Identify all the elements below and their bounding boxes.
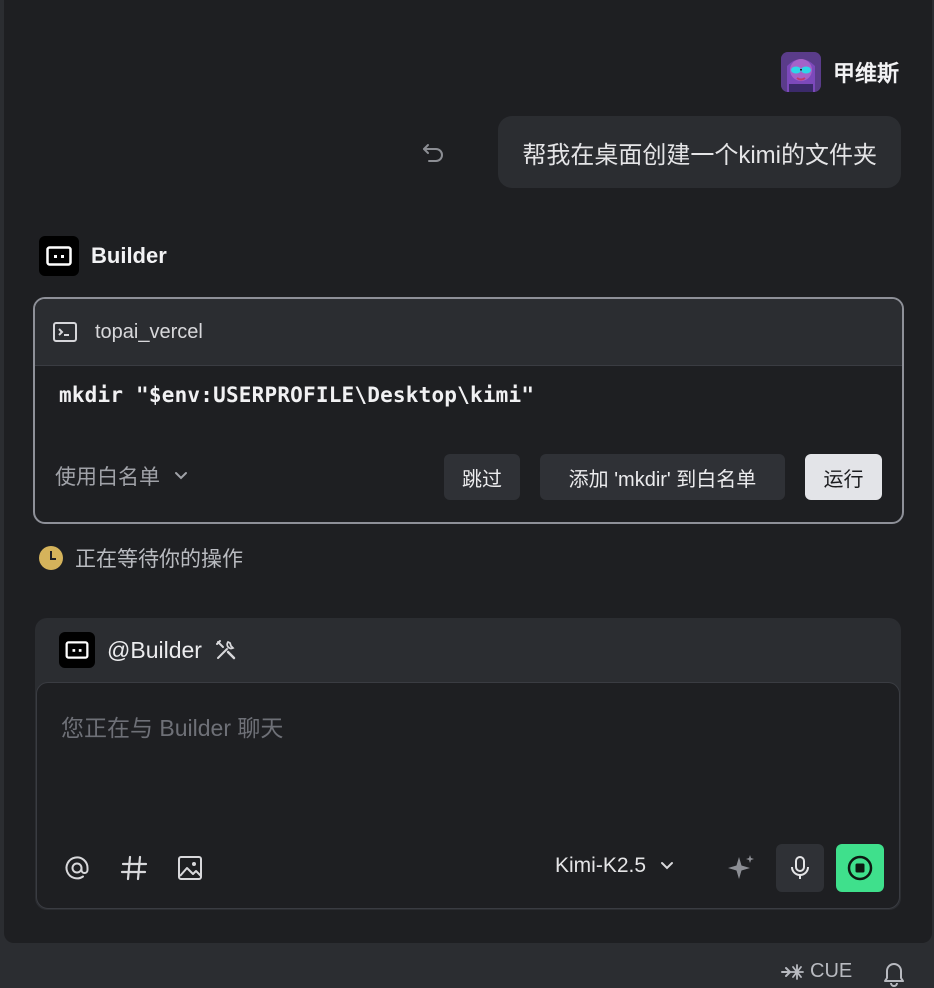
sparkle-icon[interactable] <box>725 852 757 884</box>
user-avatar <box>780 52 821 92</box>
composer-header: @Builder <box>35 618 901 682</box>
command-card-header: topai_vercel <box>35 299 902 366</box>
waiting-text: 正在等待你的操作 <box>75 548 243 571</box>
user-message-text: 帮我在桌面创建一个kimi的文件夹 <box>522 141 877 169</box>
hashtag-icon[interactable] <box>119 853 149 883</box>
cue-indicator[interactable]: CUE <box>780 960 852 983</box>
assistant-name: Builder <box>91 243 167 268</box>
tools-icon[interactable] <box>214 638 238 662</box>
command-text: mkdir "$env:USERPROFILE\Desktop\kimi" <box>59 383 535 407</box>
chevron-down-icon <box>661 862 674 870</box>
stop-icon <box>847 855 873 881</box>
waiting-status: 正在等待你的操作 <box>39 543 243 573</box>
user-name: 甲维斯 <box>832 61 899 86</box>
agent-mention[interactable]: @Builder <box>107 637 202 664</box>
add-to-whitelist-button[interactable]: 添加 'mkdir' 到白名单 <box>540 454 785 500</box>
whitelist-dropdown[interactable]: 使用白名单 <box>55 461 188 491</box>
image-upload-icon[interactable] <box>175 853 205 883</box>
cue-icon <box>781 963 804 980</box>
message-composer: @Builder 您正在与 Builder 聊天 Kimi-K2.5 <box>35 618 901 910</box>
model-selector[interactable]: Kimi-K2.5 <box>555 854 674 878</box>
skip-button[interactable]: 跳过 <box>444 454 520 500</box>
assistant-header: Builder <box>39 236 167 276</box>
microphone-icon <box>791 856 809 879</box>
model-name: Kimi-K2.5 <box>555 854 647 877</box>
user-avatar-image <box>780 52 821 92</box>
at-mention-icon[interactable] <box>62 853 92 883</box>
microphone-button[interactable] <box>776 844 824 892</box>
user-message-bubble: 帮我在桌面创建一个kimi的文件夹 <box>498 116 901 188</box>
notification-bell-icon[interactable] <box>880 959 908 987</box>
message-input-placeholder[interactable]: 您正在与 Builder 聊天 <box>61 709 283 743</box>
cue-label: CUE <box>810 960 853 982</box>
user-header: 甲维斯 <box>780 52 899 92</box>
clock-icon <box>39 546 63 570</box>
composer-input-area[interactable]: 您正在与 Builder 聊天 Kimi-K2.5 <box>36 682 900 909</box>
status-bar: CUE <box>0 956 934 988</box>
terminal-icon <box>53 322 77 342</box>
chevron-down-icon <box>175 472 187 480</box>
command-actions: 使用白名单 跳过 添加 'mkdir' 到白名单 运行 <box>35 451 902 503</box>
stop-generation-button[interactable] <box>836 844 884 892</box>
run-button[interactable]: 运行 <box>805 454 882 500</box>
builder-bot-icon <box>59 632 95 668</box>
builder-bot-icon <box>39 236 79 276</box>
whitelist-dropdown-label: 使用白名单 <box>55 466 160 489</box>
command-approval-card: topai_vercel mkdir "$env:USERPROFILE\Des… <box>33 297 904 524</box>
tool-name: topai_vercel <box>95 320 203 343</box>
undo-icon[interactable] <box>420 138 448 166</box>
